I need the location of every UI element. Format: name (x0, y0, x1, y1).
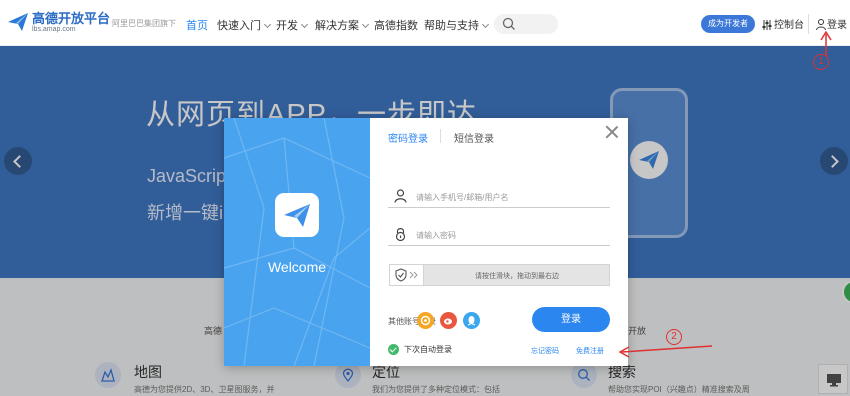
weibo-icon[interactable] (440, 312, 457, 329)
nav-develop[interactable]: 开发 (276, 17, 309, 33)
welcome-text: Welcome (267, 259, 327, 275)
logo-name[interactable]: 高德开放平台 (32, 12, 110, 26)
free-register-link[interactable]: 免费注册 (576, 346, 604, 356)
qq-icon[interactable] (463, 312, 480, 329)
paper-plane-icon (284, 204, 310, 227)
slider-hint: 请按住滑块，拖动到最右边 (475, 273, 559, 280)
chevron-down-icon (263, 20, 272, 29)
map-lines-decoration (224, 118, 370, 366)
auto-login-checkbox[interactable]: 下次自动登录 (388, 344, 452, 355)
shield-check-icon (395, 268, 418, 282)
weibo-alt-icon[interactable] (417, 312, 434, 329)
login-button[interactable]: 登录 (532, 307, 610, 332)
checkmark-icon (388, 344, 399, 355)
paper-plane-logo-icon[interactable] (6, 10, 30, 34)
chevron-down-icon (481, 20, 490, 29)
password-field[interactable] (388, 224, 610, 246)
forgot-password-link[interactable]: 忘记密码 (531, 346, 559, 356)
nav-home[interactable]: 首页 (186, 17, 208, 33)
tab-password-login[interactable]: 密码登录 (388, 130, 428, 145)
login-modal: Welcome 密码登录 短信登录 请按住滑块，拖动到最右边 其他账号登录 (224, 118, 628, 366)
user-icon (816, 19, 826, 31)
chevron-down-icon (361, 20, 370, 29)
slider-handle[interactable] (390, 265, 424, 285)
tab-sms-login[interactable]: 短信登录 (454, 130, 494, 145)
nav-index[interactable]: 高德指数 (374, 17, 418, 33)
close-icon[interactable] (604, 124, 620, 140)
header-login-link[interactable]: 登录 (816, 16, 847, 31)
search-box[interactable] (494, 14, 558, 34)
top-header: 高德开放平台 lbs.amap.com 阿里巴巴集团旗下 首页 快速入门 开发 … (0, 0, 850, 46)
welcome-panel: Welcome (224, 118, 370, 366)
console-link[interactable]: 控制台 (762, 16, 804, 31)
logo-domain: lbs.amap.com (32, 26, 76, 33)
search-icon (502, 17, 515, 30)
username-field[interactable] (388, 186, 610, 208)
password-input[interactable] (416, 227, 606, 243)
nav-quickstart[interactable]: 快速入门 (217, 17, 272, 33)
nav-help[interactable]: 帮助与支持 (424, 17, 490, 33)
annotation-marker-2: 2 (666, 329, 682, 345)
annotation-marker-1: 1 (813, 54, 829, 70)
tab-divider (440, 129, 441, 143)
become-developer-button[interactable]: 成为开发者 (701, 15, 755, 33)
user-icon (394, 189, 407, 203)
slogan: 阿里巴巴集团旗下 (112, 19, 176, 28)
chevron-down-icon (300, 20, 309, 29)
sliders-icon (762, 20, 772, 30)
nav-solutions[interactable]: 解决方案 (315, 17, 370, 33)
captcha-slider[interactable]: 请按住滑块，拖动到最右边 (389, 264, 610, 286)
header-divider (808, 14, 809, 34)
username-input[interactable] (416, 189, 606, 205)
welcome-logo (275, 193, 319, 237)
lock-icon (395, 228, 406, 241)
